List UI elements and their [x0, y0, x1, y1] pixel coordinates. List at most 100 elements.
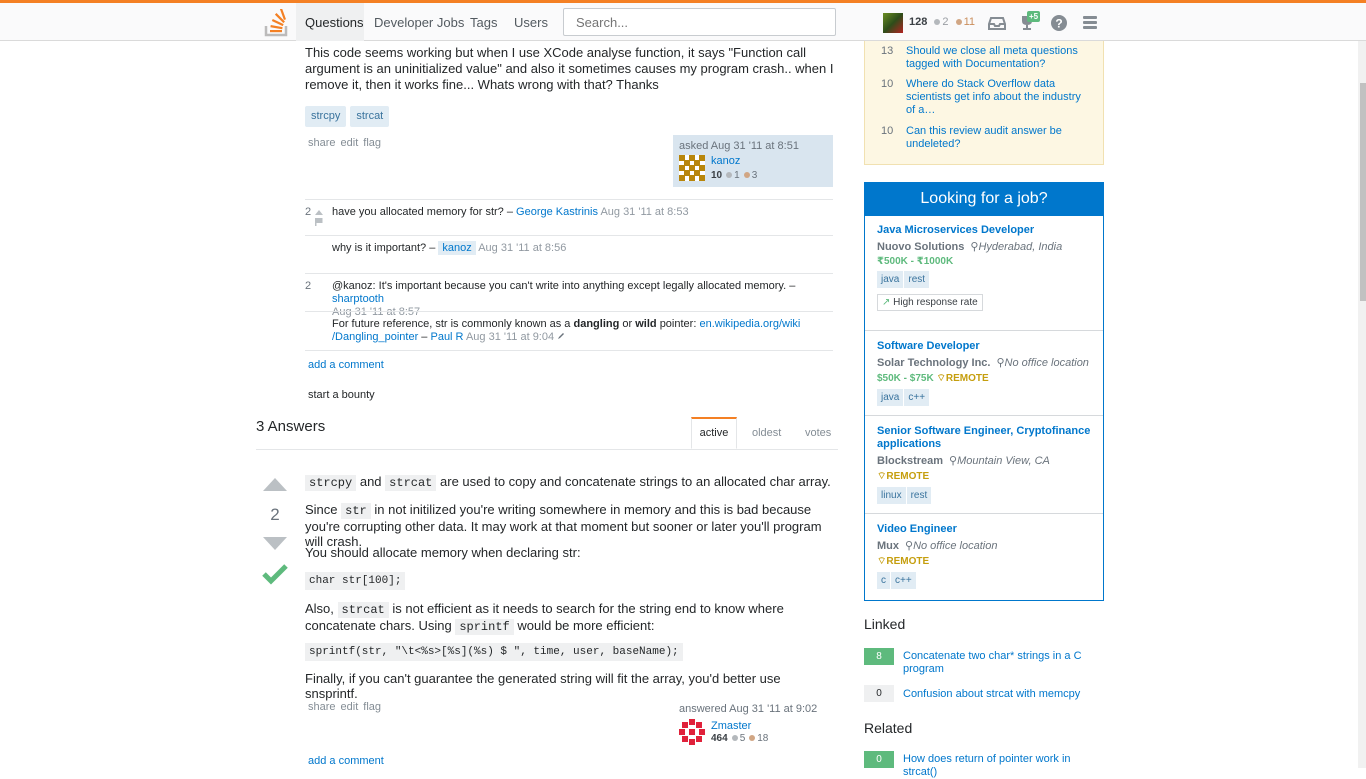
add-comment-link[interactable]: add a comment [308, 755, 384, 767]
featured-meta-box: 13 Should we close all meta questions ta… [864, 41, 1104, 165]
job-tag[interactable]: c [877, 572, 890, 589]
trend-up-icon: ↗ [882, 297, 891, 308]
jobs-box: Java Microservices Developer Nuovo Solut… [864, 182, 1104, 601]
zmaster-avatar[interactable] [679, 719, 705, 745]
job-tag[interactable]: java [877, 389, 904, 406]
job-tag[interactable]: c++ [891, 572, 916, 589]
svg-text:?: ? [1055, 17, 1062, 31]
tab-oldest[interactable]: oldest [752, 427, 781, 439]
remote-label: ⌔REMOTE [936, 373, 989, 384]
tag-strcat[interactable]: strcat [350, 106, 390, 127]
related-link[interactable]: How does return of pointer work in strca… [903, 753, 1083, 779]
job-item[interactable]: Video Engineer Mux ⚲No office location ⌔R… [877, 523, 1093, 589]
comment-user-op[interactable]: kanoz [438, 241, 476, 255]
answer-paragraph: Since str in not initilized you're writi… [305, 502, 822, 549]
start-bounty-link[interactable]: start a bounty [308, 389, 375, 401]
job-location: ⚲No office location [996, 357, 1089, 369]
job-item[interactable]: Software Developer Solar Technology Inc.… [877, 340, 1093, 406]
tab-active[interactable]: active [691, 417, 737, 449]
comment-body: have you allocated memory for str? – Geo… [332, 206, 689, 218]
meta-link[interactable]: Where do Stack Overflow data scientists … [906, 78, 1091, 117]
wifi-icon: ⌔ [877, 471, 887, 482]
comment-body: For future reference, str is commonly kn… [332, 318, 801, 343]
linked-link[interactable]: Confusion about strcat with memcpy [903, 688, 1083, 701]
accepted-checkmark-icon [262, 564, 288, 585]
site-switcher-icon[interactable] [1081, 14, 1099, 32]
answers-divider [256, 449, 838, 450]
silver-badge-icon [934, 18, 941, 25]
job-tag[interactable]: c++ [904, 389, 930, 406]
job-item[interactable]: Java Microservices Developer Nuovo Solut… [877, 224, 1093, 311]
share-link[interactable]: share [308, 701, 336, 713]
remote-label: ⌔REMOTE [877, 556, 930, 567]
job-tag[interactable]: linux [877, 487, 906, 504]
asked-date: asked Aug 31 '11 at 8:51 [679, 140, 799, 152]
scrollbar-thumb[interactable] [1360, 83, 1366, 301]
help-icon[interactable]: ? [1050, 14, 1068, 32]
inbox-icon[interactable] [988, 14, 1006, 32]
job-company: Nuovo Solutions [877, 241, 965, 253]
comment-upvote-flag-icon[interactable] [314, 208, 324, 226]
nav-developer-jobs[interactable]: Developer Jobs [374, 15, 464, 30]
linked-score: 8 [864, 648, 894, 665]
job-location: ⚲Mountain View, CA [949, 455, 1050, 467]
nav-questions[interactable]: Questions [305, 15, 364, 30]
code-block: char str[100]; [305, 572, 406, 590]
downvote-button[interactable] [263, 537, 287, 550]
question-owner-card: asked Aug 31 '11 at 8:51 kanoz 10 1 3 [673, 135, 833, 187]
comment-item: For future reference, str is commonly kn… [305, 311, 833, 351]
flag-link[interactable]: flag [363, 701, 381, 713]
job-item[interactable]: Senior Software Engineer, Cryptofinance … [877, 425, 1093, 504]
nav-tags[interactable]: Tags [470, 15, 497, 30]
job-tag[interactable]: rest [906, 487, 932, 504]
question-body: This code seems working but when I use X… [305, 45, 834, 92]
tab-votes[interactable]: votes [805, 427, 831, 439]
linked-link[interactable]: Concatenate two char* strings in a C pro… [903, 650, 1083, 676]
answer-score: 2 [270, 505, 280, 524]
user-avatar[interactable] [883, 13, 903, 33]
job-location: ⚲Hyderabad, India [970, 241, 1063, 253]
nav-users[interactable]: Users [514, 15, 548, 30]
job-salary: ₹500K - ₹1000K [877, 256, 954, 267]
achievements-badge: +5 [1027, 11, 1041, 22]
related-heading: Related [864, 720, 913, 736]
answer-owner-name[interactable]: Zmaster [711, 720, 751, 732]
jobs-heading[interactable]: Looking for a job? [864, 182, 1104, 216]
job-tag[interactable]: java [877, 271, 904, 288]
comment-item: 2 have you allocated memory for str? – G… [305, 199, 833, 236]
silver-count: 2 [942, 16, 949, 28]
edit-link[interactable]: edit [341, 137, 359, 149]
tag-strcpy[interactable]: strcpy [305, 106, 347, 127]
answer-post-menu: share edit flag [308, 701, 386, 713]
linked-heading: Linked [864, 616, 906, 632]
meta-link[interactable]: Should we close all meta questions tagge… [906, 45, 1091, 71]
remote-label: ⌔REMOTE [877, 471, 930, 482]
answer-paragraph: Also, strcat is not efficient as it need… [305, 601, 784, 635]
comment-user[interactable]: Paul R [430, 331, 463, 343]
add-comment-link[interactable]: add a comment [308, 359, 384, 371]
job-title[interactable]: Senior Software Engineer, Cryptofinance … [877, 425, 1093, 451]
job-title[interactable]: Video Engineer [877, 523, 1093, 536]
job-location: ⚲No office location [905, 540, 998, 552]
wifi-icon: ⌔ [936, 373, 946, 384]
user-reputation[interactable]: 128 2 11 [909, 16, 975, 28]
comment-user[interactable]: George Kastrinis [516, 206, 598, 218]
question-owner-name[interactable]: kanoz [711, 155, 740, 167]
job-title[interactable]: Software Developer [877, 340, 1093, 353]
comment-user[interactable]: sharptooth [332, 293, 384, 305]
comment-date: Aug 31 '11 at 8:56 [478, 242, 567, 254]
upvote-button[interactable] [263, 478, 287, 491]
flag-link[interactable]: flag [363, 137, 381, 149]
wifi-icon: ⌔ [877, 556, 887, 567]
job-tag[interactable]: rest [904, 271, 930, 288]
stack-overflow-logo-icon[interactable] [264, 9, 290, 37]
answer-owner-rep: 464 5 18 [711, 733, 769, 744]
job-perk: ↗ High response rate [877, 294, 983, 311]
search-input[interactable] [563, 8, 836, 36]
kanoz-avatar[interactable] [679, 155, 705, 181]
edit-link[interactable]: edit [341, 701, 359, 713]
answer-paragraph: Finally, if you can't guarantee the gene… [305, 671, 781, 701]
meta-link[interactable]: Can this review audit answer be undelete… [906, 125, 1091, 151]
share-link[interactable]: share [308, 137, 336, 149]
job-title[interactable]: Java Microservices Developer [877, 224, 1093, 237]
